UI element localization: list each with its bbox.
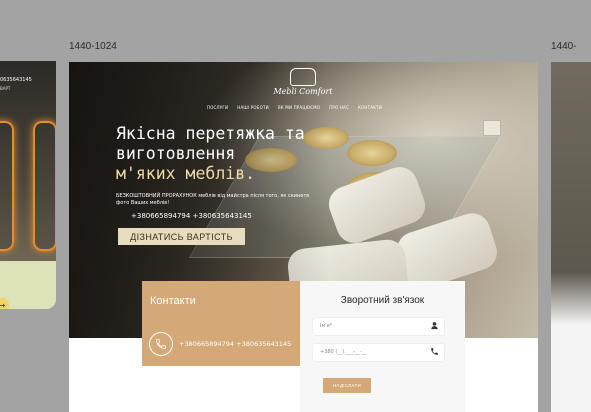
left-frame-subtext: ВАРТ (0, 86, 11, 91)
wall-switch-image (483, 120, 501, 136)
contacts-title: Контакти (150, 295, 196, 307)
main-nav: ПОСЛУГИ НАШІ РОБОТИ ЯК МИ ПРАЦЮЄМО ПРО Н… (207, 105, 382, 110)
submit-button[interactable]: НАДІСЛАТИ (323, 378, 371, 393)
left-frame-card (33, 121, 56, 251)
nav-item-contacts[interactable]: КОНТАКТИ (358, 105, 382, 110)
sofa-icon[interactable] (290, 68, 316, 86)
brand-name[interactable]: Mebli Comfort (268, 87, 338, 96)
phone-field-placeholder: +380 (__) ___-__-__ (320, 349, 367, 355)
headline-line-2: виготовлення (116, 144, 236, 163)
left-frame-card (0, 121, 14, 251)
phone-icon (431, 348, 438, 355)
contacts-phone-numbers[interactable]: +380665894794 +380635643145 (179, 340, 291, 348)
right-neighbour-frame (551, 62, 591, 412)
name-field[interactable]: Ім'я* (313, 318, 444, 335)
hero-subtitle: БЕЗКОШТОВНИЙ ПРОРАХУНОК меблів від майст… (116, 193, 310, 206)
phone-field[interactable]: +380 (__) ___-__-__ (313, 344, 444, 361)
plate-image (347, 140, 397, 166)
left-frame-phone: 0635643145 (0, 77, 32, 83)
headline-line-3: м'яких меблів. (116, 164, 256, 183)
nav-item-about[interactable]: ПРО НАС (329, 105, 349, 110)
hero-headline: Якісна перетяжка та виготовлення м'яких … (116, 124, 305, 184)
frame-label-center: 1440-1024 (69, 41, 117, 52)
desktop-frame: Mebli Comfort ПОСЛУГИ НАШІ РОБОТИ ЯК МИ … (69, 62, 538, 412)
headline-line-1: Якісна перетяжка та (116, 124, 305, 143)
contacts-card: Контакти +380665894794 +380635643145 (142, 281, 300, 366)
feedback-form: Зворотний зв'язок Ім'я* +380 (__) ___-__… (300, 281, 465, 412)
nav-item-how-we-work[interactable]: ЯК МИ ПРАЦЮЄМО (278, 105, 320, 110)
user-icon (431, 322, 438, 330)
hero-phones[interactable]: +380665894794 +380635643145 (131, 212, 252, 220)
get-price-button[interactable]: ДІЗНАТИСЬ ВАРТІСТЬ (118, 228, 245, 245)
left-mobile-frame: 0635643145 ВАРТ → (0, 61, 56, 309)
nav-item-services[interactable]: ПОСЛУГИ (207, 105, 228, 110)
name-field-placeholder: Ім'я* (320, 323, 333, 329)
phone-icon[interactable] (149, 332, 173, 356)
feedback-title: Зворотний зв'язок (340, 295, 425, 306)
frame-label-right: 1440- (551, 41, 577, 52)
nav-item-works[interactable]: НАШІ РОБОТИ (237, 105, 269, 110)
